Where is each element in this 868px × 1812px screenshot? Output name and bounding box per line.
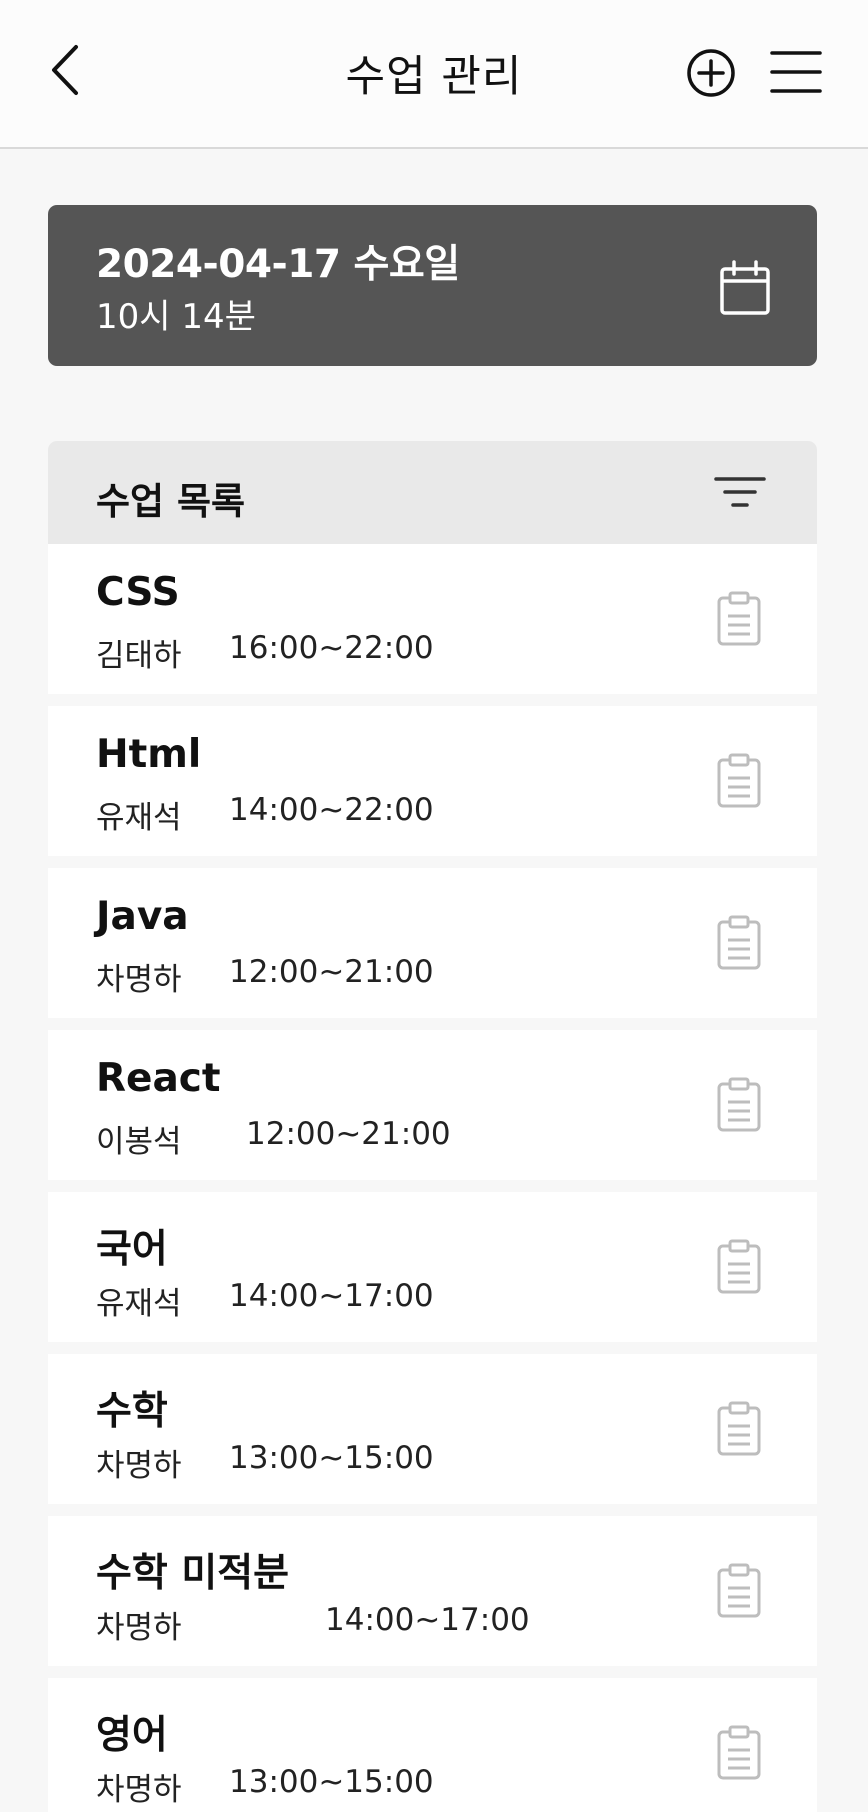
calendar-icon	[720, 260, 770, 315]
class-item[interactable]: 수학 미적분 차명하 14:00~17:00	[48, 1516, 817, 1666]
class-item[interactable]: Html 유재석 14:00~22:00	[48, 706, 817, 856]
filter-button[interactable]	[714, 469, 766, 515]
class-teacher: 차명하	[96, 1448, 182, 1484]
class-list-title: 수업 목록	[96, 480, 246, 523]
class-teacher: 차명하	[96, 1772, 182, 1808]
menu-button[interactable]	[770, 48, 822, 96]
clipboard-icon[interactable]	[714, 914, 764, 972]
class-time: 16:00~22:00	[229, 630, 434, 666]
current-time: 10시 14분	[96, 297, 256, 337]
class-name: Java	[96, 894, 189, 939]
clipboard-icon[interactable]	[714, 590, 764, 648]
class-name: 영어	[96, 1713, 168, 1758]
class-teacher: 유재석	[96, 800, 182, 836]
class-item[interactable]: Java 차명하 12:00~21:00	[48, 868, 817, 1018]
class-item[interactable]: React 이봉석 12:00~21:00	[48, 1030, 817, 1180]
class-item[interactable]: 국어 유재석 14:00~17:00	[48, 1192, 817, 1342]
class-name: Html	[96, 732, 202, 777]
class-name: CSS	[96, 570, 180, 615]
class-name: React	[96, 1056, 221, 1101]
class-teacher: 유재석	[96, 1286, 182, 1322]
clipboard-icon[interactable]	[714, 1562, 764, 1620]
class-time: 14:00~17:00	[325, 1602, 530, 1638]
clipboard-icon[interactable]	[714, 1724, 764, 1782]
hamburger-menu-icon	[770, 51, 822, 93]
plus-circle-icon	[687, 49, 735, 97]
add-class-button[interactable]	[684, 46, 738, 100]
class-time: 12:00~21:00	[246, 1116, 451, 1152]
class-name: 수학 미적분	[96, 1551, 289, 1596]
clipboard-icon[interactable]	[714, 1238, 764, 1296]
class-time: 12:00~21:00	[229, 954, 434, 990]
class-teacher: 차명하	[96, 1610, 182, 1646]
current-date-card: 2024-04-17 수요일 10시 14분	[48, 205, 817, 366]
class-item[interactable]: CSS 김태하 16:00~22:00	[48, 544, 817, 694]
calendar-button[interactable]	[714, 259, 776, 319]
class-time: 13:00~15:00	[229, 1440, 434, 1476]
class-teacher: 김태하	[96, 638, 182, 674]
class-management-screen: 수업 관리 2024-04-17 수요일 10시 14분 수업 목록 CSS 김…	[0, 0, 868, 1812]
clipboard-icon[interactable]	[714, 1076, 764, 1134]
current-date: 2024-04-17 수요일	[96, 242, 460, 287]
top-bar: 수업 관리	[0, 0, 868, 149]
class-time: 14:00~22:00	[229, 792, 434, 828]
class-time: 14:00~17:00	[229, 1278, 434, 1314]
class-teacher: 이봉석	[96, 1124, 182, 1160]
clipboard-icon[interactable]	[714, 752, 764, 810]
class-name: 국어	[96, 1227, 168, 1272]
class-item[interactable]: 영어 차명하 13:00~15:00	[48, 1678, 817, 1812]
class-name: 수학	[96, 1389, 168, 1434]
class-item[interactable]: 수학 차명하 13:00~15:00	[48, 1354, 817, 1504]
class-teacher: 차명하	[96, 962, 182, 998]
filter-icon	[714, 477, 766, 507]
class-list-header: 수업 목록	[48, 441, 817, 544]
clipboard-icon[interactable]	[714, 1400, 764, 1458]
class-time: 13:00~15:00	[229, 1764, 434, 1800]
